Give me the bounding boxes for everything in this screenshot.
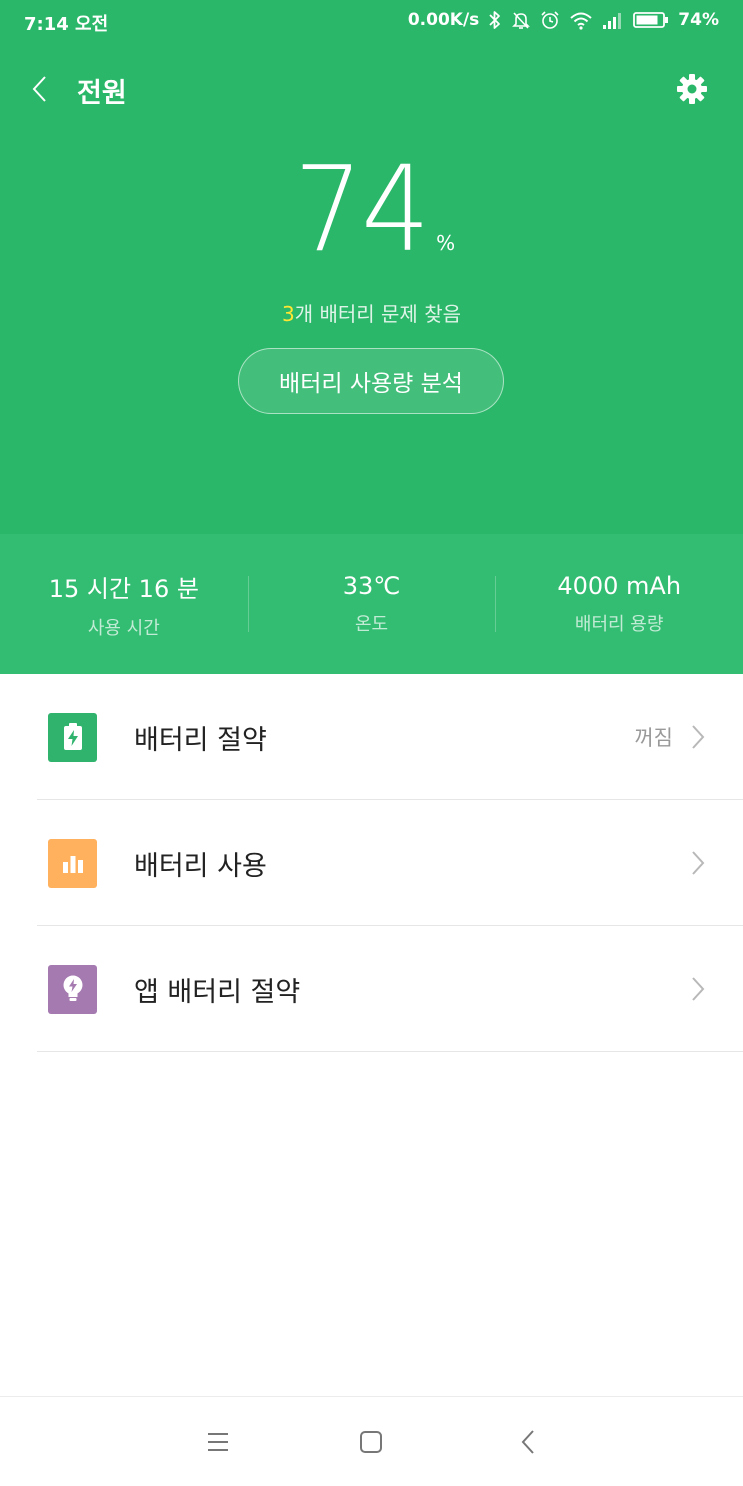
status-bar: 7:14 오전 0.00K/s 74% bbox=[0, 0, 743, 46]
stat-temperature: 33℃ 온도 bbox=[247, 534, 496, 674]
stat-label: 사용 시간 bbox=[87, 617, 160, 639]
list-item-value: 꺼짐 bbox=[634, 726, 673, 750]
bluetooth-icon bbox=[488, 10, 502, 30]
chevron-right-icon bbox=[689, 723, 707, 751]
gear-icon[interactable] bbox=[675, 70, 709, 108]
net-speed: 0.00K/s bbox=[407, 10, 480, 30]
settings-list: 배터리 절약 꺼짐 배터리 사용 앱 배터리 절약 bbox=[0, 674, 743, 1052]
home-icon[interactable] bbox=[351, 1427, 391, 1457]
battery-level-value: 74 bbox=[293, 140, 430, 278]
stat-value: 33℃ bbox=[342, 572, 401, 600]
bar-chart-icon bbox=[48, 838, 97, 888]
alarm-icon bbox=[540, 10, 560, 30]
stat-label: 온도 bbox=[354, 614, 389, 635]
battery-percent: 74% bbox=[678, 10, 719, 30]
page-title: 전원 bbox=[77, 78, 127, 109]
system-nav-bar bbox=[0, 1396, 743, 1486]
battery-hero: 7:14 오전 0.00K/s 74% 전원 74 % 3개 배터리 문제 찾음… bbox=[0, 0, 743, 534]
status-time: 7:14 오전 bbox=[24, 14, 109, 35]
menu-icon[interactable] bbox=[198, 1427, 238, 1457]
analyze-usage-button[interactable]: 배터리 사용량 분석 bbox=[238, 348, 504, 414]
lightbulb-icon bbox=[48, 964, 97, 1014]
status-icons: 0.00K/s 74% bbox=[408, 10, 719, 30]
battery-level: 74% bbox=[0, 150, 743, 268]
stat-capacity: 4000 mAh 배터리 용량 bbox=[495, 534, 743, 674]
battery-icon bbox=[633, 11, 669, 29]
battery-issues[interactable]: 3개 배터리 문제 찾음 bbox=[0, 298, 743, 327]
list-item-battery-usage[interactable]: 배터리 사용 bbox=[0, 800, 743, 926]
wifi-icon bbox=[569, 10, 593, 30]
issues-text: 개 배터리 문제 찾음 bbox=[294, 302, 461, 326]
list-item-label: 배터리 절약 bbox=[134, 724, 267, 756]
battery-level-unit: % bbox=[436, 231, 456, 255]
app-bar: 전원 bbox=[0, 60, 743, 118]
list-item-battery-saver[interactable]: 배터리 절약 꺼짐 bbox=[0, 674, 743, 800]
chevron-right-icon bbox=[689, 975, 707, 1003]
battery-charge-icon bbox=[48, 712, 97, 762]
chevron-right-icon bbox=[689, 849, 707, 877]
back-icon[interactable] bbox=[508, 1427, 548, 1457]
list-item-label: 앱 배터리 절약 bbox=[134, 976, 301, 1008]
list-item-label: 배터리 사용 bbox=[134, 850, 267, 882]
battery-stats: 15 시간 16 분 사용 시간 33℃ 온도 4000 mAh 배터리 용량 bbox=[0, 534, 743, 674]
signal-icon bbox=[602, 11, 624, 29]
stat-usage-time: 15 시간 16 분 사용 시간 bbox=[0, 534, 248, 674]
issues-count: 3 bbox=[281, 302, 295, 326]
chevron-left-icon[interactable] bbox=[24, 70, 54, 108]
stat-value: 4000 mAh bbox=[557, 572, 682, 600]
stat-label: 배터리 용량 bbox=[574, 614, 664, 635]
list-item-app-battery-saver[interactable]: 앱 배터리 절약 bbox=[0, 926, 743, 1052]
bell-off-icon bbox=[511, 10, 531, 30]
stat-value: 15 시간 16 분 bbox=[48, 574, 199, 603]
